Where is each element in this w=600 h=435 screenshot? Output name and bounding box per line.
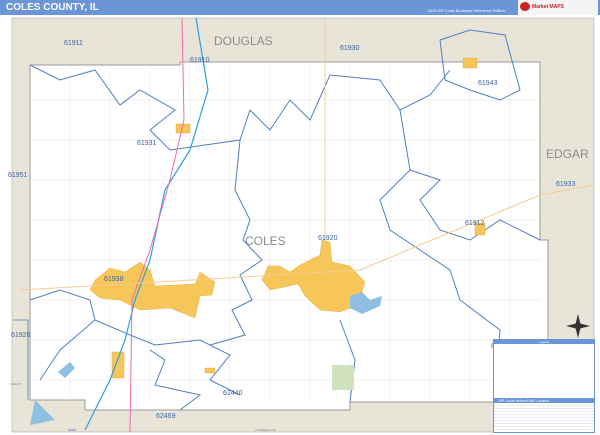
zip-label: 62447 <box>68 428 77 432</box>
zip-label: 61911 <box>64 40 83 47</box>
zip-label: 61928 <box>11 332 31 339</box>
county-label-shelby: SHELBY <box>10 382 22 386</box>
zip-label: 62440 <box>223 390 243 397</box>
logo-text: Market MAPS <box>532 4 564 10</box>
zip-label: 61943 <box>478 80 498 87</box>
city-janesville <box>204 367 216 374</box>
county-label-cumberland: CUMBERLAND <box>255 428 277 432</box>
city-lerna <box>111 351 125 379</box>
county-label-edgar: EDGAR <box>546 147 589 161</box>
county-label-douglas: DOUGLAS <box>214 34 273 48</box>
zip-label: 61951 <box>8 172 28 179</box>
zip-label: 61930 <box>340 45 360 52</box>
zip-index-table <box>494 403 594 432</box>
map-subtitle: 2020 ZIP Code Business Reference Edition <box>427 8 505 13</box>
zip-label: 61910 <box>190 57 210 64</box>
legend-panel: Legend ZIP Code Index/Grid Locator <box>493 339 595 433</box>
legend-title: Legend <box>494 340 594 344</box>
zip-label: 62469 <box>156 413 176 420</box>
logo-mark-icon <box>520 2 530 11</box>
city-oakland <box>462 57 478 69</box>
map-title: COLES COUNTY, IL <box>6 2 99 13</box>
state-park <box>332 365 354 390</box>
zip-label: 61931 <box>137 140 157 147</box>
zip-label: 61920 <box>318 235 338 242</box>
county-label-coles: COLES <box>245 234 286 248</box>
zip-label: 61938 <box>104 276 124 283</box>
publisher-logo: Market MAPS <box>518 0 598 15</box>
zip-label: 61912 <box>465 220 485 227</box>
coles-county-area <box>29 61 549 411</box>
zip-label: 61933 <box>556 181 576 188</box>
title-bar: COLES COUNTY, IL 2020 ZIP Code Business … <box>0 0 600 15</box>
